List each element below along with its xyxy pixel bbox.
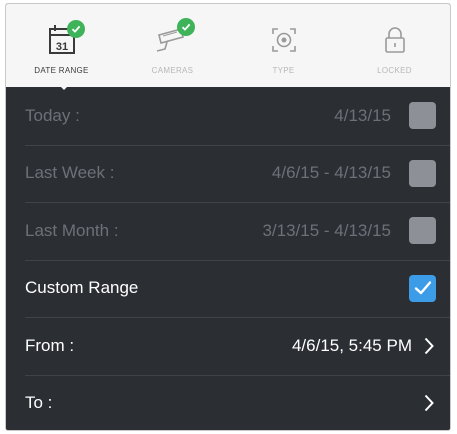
calendar-icon: 31 xyxy=(36,20,88,60)
filter-tab-bar: 31 DATE RANGE CAMERAS TYPE LOCKED xyxy=(6,4,450,87)
tab-locked[interactable]: LOCKED xyxy=(339,4,450,87)
option-row-today[interactable]: Today : 4/13/15 xyxy=(6,87,450,145)
checkmark-badge-icon xyxy=(176,18,195,36)
row-date-value: 4/6/15 - 4/13/15 xyxy=(271,163,391,183)
chevron-right-icon xyxy=(422,393,436,413)
active-tab-pointer xyxy=(56,82,72,90)
tab-label-locked: LOCKED xyxy=(377,66,412,75)
tab-date-range[interactable]: 31 DATE RANGE xyxy=(6,4,117,87)
camera-icon xyxy=(147,18,199,60)
custom-range-checkbox[interactable] xyxy=(409,274,436,302)
option-row-last-week[interactable]: Last Week : 4/6/15 - 4/13/15 xyxy=(6,144,450,203)
row-label: Last Month : xyxy=(25,220,119,240)
checkmark-icon xyxy=(414,281,431,295)
tab-label-cameras: CAMERAS xyxy=(151,66,194,75)
tab-type[interactable]: TYPE xyxy=(228,4,339,87)
option-row-from[interactable]: From : 4/6/15, 5:45 PM xyxy=(6,317,450,375)
row-label: Custom Range xyxy=(25,278,139,298)
tab-label-date-range: DATE RANGE xyxy=(34,66,89,75)
date-range-filter-panel: 31 DATE RANGE CAMERAS TYPE LOCKED Today … xyxy=(5,3,451,431)
motion-target-icon xyxy=(258,20,310,60)
checkmark-badge-icon xyxy=(66,20,85,38)
calendar-day-number: 31 xyxy=(55,41,67,53)
from-datetime-value: 4/6/15, 5:45 PM xyxy=(291,335,412,355)
row-date-value: 3/13/15 - 4/13/15 xyxy=(262,220,391,240)
option-row-last-month[interactable]: Last Month : 3/13/15 - 4/13/15 xyxy=(6,202,450,260)
row-label: To : xyxy=(25,393,53,413)
tab-label-type: TYPE xyxy=(272,66,295,75)
last-month-checkbox[interactable] xyxy=(409,217,436,245)
row-label: Last Week : xyxy=(25,163,115,183)
row-label: From : xyxy=(25,335,75,355)
last-week-checkbox[interactable] xyxy=(409,159,436,187)
today-checkbox[interactable] xyxy=(409,102,436,130)
lock-icon xyxy=(369,20,421,60)
row-label: Today : xyxy=(25,105,80,125)
chevron-right-icon xyxy=(422,336,436,356)
tab-cameras[interactable]: CAMERAS xyxy=(117,4,228,87)
option-row-custom-range[interactable]: Custom Range xyxy=(6,259,450,318)
option-row-to[interactable]: To : xyxy=(6,374,450,431)
row-date-value: 4/13/15 xyxy=(334,105,391,125)
date-range-options-list: Today : 4/13/15 Last Week : 4/6/15 - 4/1… xyxy=(6,87,450,431)
